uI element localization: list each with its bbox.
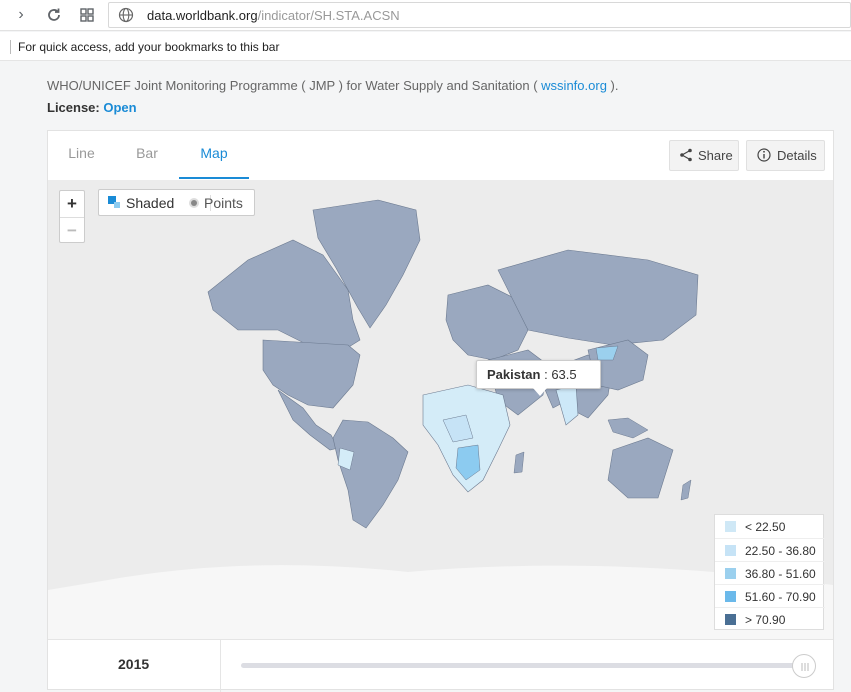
map-legend: < 22.50 22.50 - 36.80 36.80 - 51.60 51.6…	[714, 514, 825, 630]
tab-map[interactable]: Map	[179, 131, 249, 179]
share-icon	[680, 148, 692, 162]
timeline-divider	[220, 640, 221, 692]
tooltip-value: 63.5	[551, 367, 577, 382]
zoom-controls: + −	[59, 190, 85, 243]
forward-icon[interactable]: ›	[10, 5, 32, 25]
url-text: data.worldbank.org/indicator/SH.STA.ACSN	[147, 8, 400, 23]
map-tooltip: Pakistan : 63.5	[476, 360, 601, 396]
legend-swatch	[725, 521, 736, 532]
legend-swatch	[725, 591, 736, 602]
new-zealand[interactable]	[680, 479, 692, 501]
source-link[interactable]: wssinfo.org	[541, 78, 607, 93]
details-button[interactable]: Details	[746, 140, 825, 171]
legend-item: > 70.90	[715, 607, 825, 630]
zoom-in-button[interactable]: +	[60, 191, 84, 217]
russia[interactable]	[497, 249, 699, 346]
points-option[interactable]: Points	[204, 195, 243, 211]
shaded-icon	[108, 196, 120, 208]
bookmarks-divider	[10, 40, 11, 54]
legend-swatch	[725, 545, 736, 556]
apps-grid-icon[interactable]	[76, 5, 98, 25]
india[interactable]	[555, 384, 579, 426]
legend-item: 51.60 - 70.90	[715, 584, 825, 607]
license: License: Open	[47, 100, 137, 115]
legend-swatch	[725, 568, 736, 579]
united-states[interactable]	[262, 339, 361, 409]
bookmarks-hint: For quick access, add your bookmarks to …	[18, 40, 280, 54]
south-america[interactable]	[332, 419, 409, 529]
browser-toolbar: › data.worldbank.org/indicator/SH.STA.AC…	[0, 0, 851, 31]
madagascar[interactable]	[513, 451, 525, 474]
year-timeline: 2015	[48, 639, 833, 692]
timeline-handle[interactable]	[792, 654, 816, 678]
address-bar[interactable]: data.worldbank.org/indicator/SH.STA.ACSN	[108, 2, 851, 28]
zoom-out-button[interactable]: −	[60, 217, 84, 243]
timeline-track[interactable]	[241, 663, 801, 668]
reload-icon[interactable]	[43, 5, 65, 25]
chart-panel: Line Bar Map Share Details + − Shaded Po…	[47, 130, 834, 692]
tooltip-country: Pakistan	[487, 367, 541, 382]
data-source: WHO/UNICEF Joint Monitoring Programme ( …	[47, 78, 619, 93]
globe-icon	[118, 7, 134, 23]
points-icon	[189, 198, 199, 208]
shaded-option[interactable]: Shaded	[126, 195, 174, 211]
legend-item: 36.80 - 51.60	[715, 561, 825, 584]
australia[interactable]	[607, 437, 674, 499]
grip-icon	[801, 663, 809, 671]
legend-item: 22.50 - 36.80	[715, 538, 825, 561]
world-map[interactable]: + − Shaded Points Pakistan : 63.5 < 22.5…	[48, 180, 833, 639]
legend-item: < 22.50	[715, 515, 825, 538]
tab-bar[interactable]: Bar	[115, 131, 179, 179]
tab-line[interactable]: Line	[48, 131, 115, 179]
share-button[interactable]: Share	[669, 140, 739, 171]
license-link[interactable]: Open	[103, 100, 136, 115]
selected-year: 2015	[118, 656, 150, 672]
map-mode-toggle: Shaded Points	[98, 189, 255, 216]
indonesia[interactable]	[607, 417, 649, 439]
bookmarks-bar: For quick access, add your bookmarks to …	[0, 32, 851, 61]
legend-swatch	[725, 614, 736, 625]
info-icon	[757, 148, 771, 162]
